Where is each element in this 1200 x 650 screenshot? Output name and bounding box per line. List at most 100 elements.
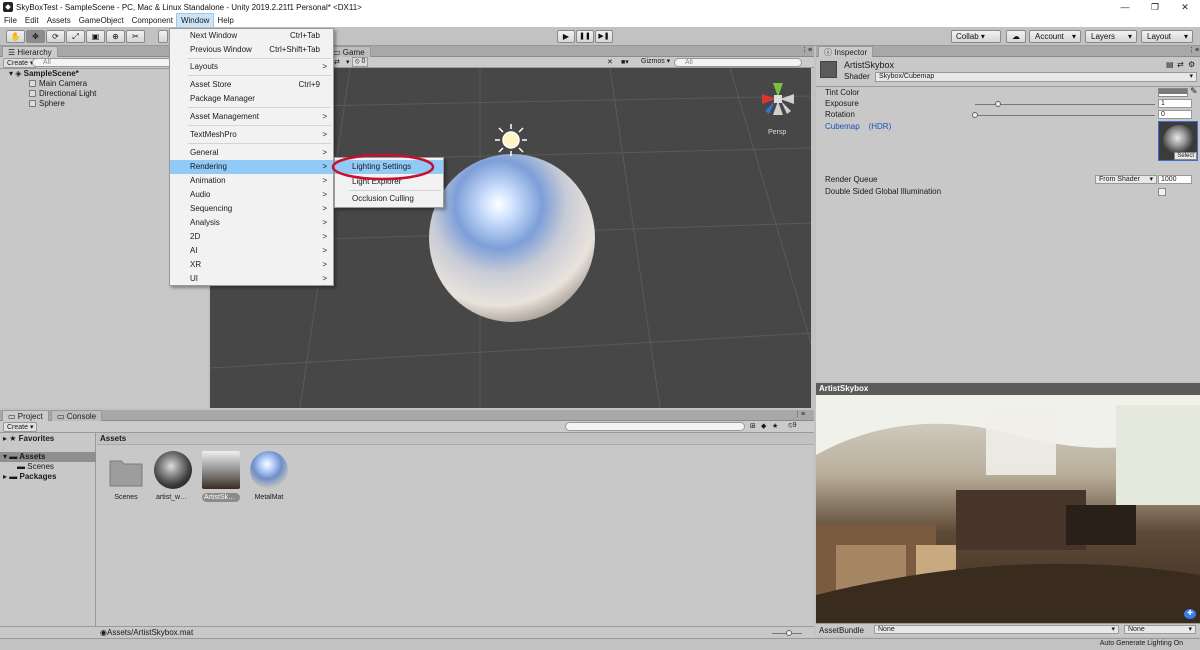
exposure-field[interactable]: 1	[1158, 99, 1192, 108]
menu-item-layouts[interactable]: Layouts >	[170, 60, 333, 74]
menu-item-xr[interactable]: XR >	[170, 258, 333, 272]
scene-gizmo-icon[interactable]	[762, 83, 794, 115]
gear-icon[interactable]: ⚙	[1188, 60, 1195, 69]
sphere-object[interactable]	[429, 154, 595, 322]
directional-light-icon[interactable]	[495, 124, 527, 156]
step-button[interactable]: ▶❚	[595, 30, 613, 43]
breadcrumb[interactable]: Assets	[97, 433, 814, 445]
submenu-item-occlusion-culling[interactable]: Occlusion Culling	[335, 192, 443, 206]
panel-menu-icon[interactable]: ⋮≡	[801, 46, 812, 54]
filter-type-icon[interactable]: ⊞	[750, 422, 756, 430]
panel-menu-icon[interactable]: ⋮≡	[794, 410, 805, 418]
cloud-icon[interactable]: ☁	[1006, 30, 1026, 43]
menu-gameobject[interactable]: GameObject	[75, 14, 128, 27]
account-dropdown[interactable]: Account ▾	[1029, 30, 1081, 43]
render-queue-field[interactable]: 1000	[1158, 175, 1192, 184]
maximize-button[interactable]: ❐	[1140, 0, 1170, 14]
menu-item-next-window[interactable]: Next Window Ctrl+Tab	[170, 29, 333, 43]
rotation-field[interactable]: 0	[1158, 110, 1192, 119]
thumbnail-size-handle[interactable]	[786, 630, 792, 636]
star-icon[interactable]: ★	[772, 422, 778, 430]
persp-label[interactable]: Persp	[768, 129, 786, 136]
camera-icon[interactable]: ■▾	[621, 58, 629, 66]
menu-edit[interactable]: Edit	[21, 14, 43, 27]
shader-dropdown[interactable]: Skybox/Cubemap ▾	[875, 72, 1197, 82]
custom-tool-icon[interactable]: ✂	[126, 30, 145, 43]
filter-label-icon[interactable]: ◆	[761, 422, 766, 430]
rotation-slider-handle[interactable]	[972, 112, 978, 118]
menu-help[interactable]: Help	[213, 14, 237, 27]
menu-window[interactable]: Window	[175, 13, 215, 28]
project-create-button[interactable]: Create ▾	[3, 422, 38, 432]
assetbundle-variant-dropdown[interactable]: None ▾	[1124, 625, 1196, 634]
tools-icon[interactable]: ✕	[607, 58, 613, 66]
tree-packages[interactable]: ▸ ▬ Packages	[3, 472, 56, 482]
menu-item-asset-store[interactable]: Asset Store Ctrl+9	[170, 78, 333, 92]
menu-item-rendering[interactable]: Rendering >	[170, 160, 333, 174]
tree-favorites[interactable]: ▸ ★ Favorites	[3, 434, 54, 444]
menu-item-ai[interactable]: AI >	[170, 244, 333, 258]
tab-project[interactable]: ▭ Project	[2, 410, 49, 421]
rotate-tool-icon[interactable]: ⟳	[46, 30, 65, 43]
tab-inspector[interactable]: ⓘ Inspector	[818, 46, 874, 57]
menu-file[interactable]: File	[0, 14, 21, 27]
book-icon[interactable]: ▤	[1166, 60, 1174, 69]
exposure-slider-handle[interactable]	[994, 101, 1001, 107]
eyedropper-icon[interactable]: ✎	[1190, 86, 1198, 97]
menu-component[interactable]: Component	[128, 14, 177, 27]
asset-tile-skybox[interactable]: ArtistSkyb...	[202, 451, 240, 502]
tint-color-swatch[interactable]	[1158, 88, 1188, 97]
render-queue-dropdown[interactable]: From Shader ▾	[1095, 175, 1157, 184]
asset-tile-scenes[interactable]: Scenes	[107, 451, 145, 502]
skybox-preview[interactable]: ✚	[816, 395, 1200, 623]
tab-console[interactable]: ▭ Console	[51, 410, 103, 421]
menu-item-analysis[interactable]: Analysis >	[170, 216, 333, 230]
tree-assets[interactable]: ▾ ▬ Assets	[0, 452, 96, 462]
preset-icon[interactable]: ⇄	[1177, 60, 1184, 69]
tag-icon[interactable]: ✚	[1184, 609, 1196, 619]
panel-menu-icon[interactable]: ⋮≡	[1188, 46, 1199, 54]
scene-search-input[interactable]: All	[674, 58, 802, 67]
asset-tile-metalmat[interactable]: MetalMat	[250, 451, 288, 502]
list-item[interactable]: Directional Light	[29, 89, 96, 99]
menu-item-sequencing[interactable]: Sequencing >	[170, 202, 333, 216]
scene-root[interactable]: ▾ ◈ SampleScene*	[9, 69, 79, 79]
hidden-count-badge[interactable]: ⦸ 0	[352, 57, 369, 67]
menu-item-asset-management[interactable]: Asset Management >	[170, 110, 333, 124]
double-sided-gi-checkbox[interactable]	[1158, 188, 1166, 196]
menu-item-2d[interactable]: 2D >	[170, 230, 333, 244]
menu-item-general[interactable]: General >	[170, 146, 333, 160]
pivot-toggle[interactable]	[158, 30, 168, 43]
menu-item-previous-window[interactable]: Previous Window Ctrl+Shift+Tab	[170, 43, 333, 57]
rotation-slider-track[interactable]	[975, 115, 1155, 116]
list-item[interactable]: Main Camera	[29, 79, 87, 89]
collab-dropdown[interactable]: Collab ▾	[951, 30, 1001, 43]
tab-hierarchy[interactable]: ☰ Hierarchy	[2, 46, 58, 57]
layers-dropdown[interactable]: Layers ▾	[1085, 30, 1137, 43]
pause-button[interactable]: ❚❚	[576, 30, 594, 43]
menu-item-package-manager[interactable]: Package Manager	[170, 92, 333, 106]
layout-dropdown[interactable]: Layout ▾	[1141, 30, 1193, 43]
audio-icon[interactable]: ⇄	[334, 58, 340, 66]
transform-tool-icon[interactable]: ⊕	[106, 30, 125, 43]
asset-tile-hdr[interactable]: artist_work...	[154, 451, 192, 502]
exposure-slider-track[interactable]	[975, 104, 1155, 105]
menu-item-animation[interactable]: Animation >	[170, 174, 333, 188]
assetbundle-dropdown[interactable]: None ▾	[874, 625, 1119, 634]
tree-scenes[interactable]: ▬ Scenes	[17, 462, 54, 472]
menu-item-audio[interactable]: Audio >	[170, 188, 333, 202]
menu-item-ui[interactable]: UI >	[170, 272, 333, 286]
fx-icon[interactable]: ▾	[346, 58, 350, 66]
move-tool-icon[interactable]: ✥	[26, 30, 45, 43]
list-item[interactable]: Sphere	[29, 99, 65, 109]
project-search-input[interactable]	[565, 422, 745, 431]
cubemap-slot[interactable]: Select	[1158, 121, 1198, 161]
play-button[interactable]: ▶	[557, 30, 575, 43]
gizmos-dropdown[interactable]: Gizmos ▾	[641, 57, 670, 67]
menu-item-textmeshpro[interactable]: TextMeshPro >	[170, 128, 333, 142]
hidden-packages-count[interactable]: ⦸9	[788, 422, 796, 430]
menu-assets[interactable]: Assets	[43, 14, 75, 27]
rect-tool-icon[interactable]: ▣	[86, 30, 105, 43]
minimize-button[interactable]: —	[1110, 0, 1140, 14]
hand-tool-icon[interactable]: ✋	[6, 30, 25, 43]
